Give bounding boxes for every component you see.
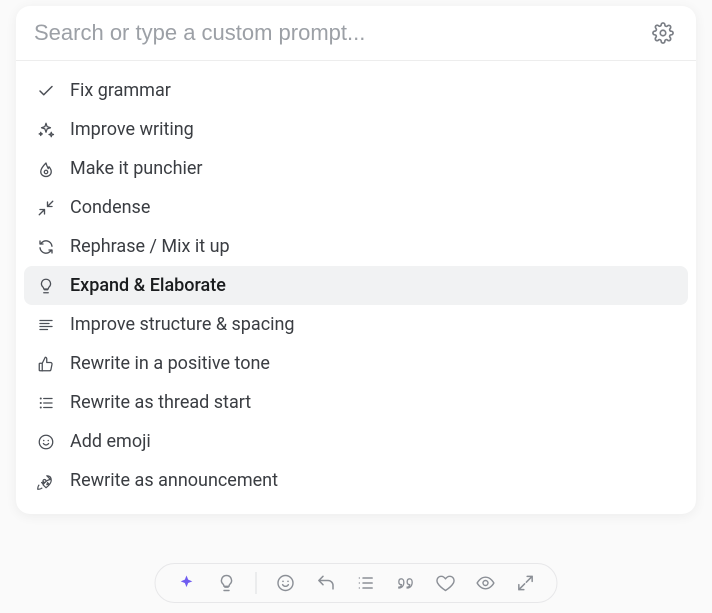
prompt-option[interactable]: Condense	[24, 188, 688, 227]
rocket-icon	[36, 471, 56, 491]
prompt-option-label: Fix grammar	[70, 80, 171, 101]
prompt-option-label: Add emoji	[70, 431, 151, 452]
quote-icon[interactable]	[395, 572, 417, 594]
thread-icon	[36, 393, 56, 413]
prompt-option-label: Improve writing	[70, 119, 194, 140]
flame-icon	[36, 159, 56, 179]
prompt-option-label: Improve structure & spacing	[70, 314, 295, 335]
list-icon[interactable]	[355, 572, 377, 594]
bulb-icon	[36, 276, 56, 296]
collapse-icon	[36, 198, 56, 218]
search-input[interactable]	[34, 20, 648, 46]
prompt-option[interactable]: Rewrite as announcement	[24, 461, 688, 500]
prompt-option-label: Rewrite as thread start	[70, 392, 251, 413]
prompt-option-label: Rephrase / Mix it up	[70, 236, 230, 257]
thumbsup-icon	[36, 354, 56, 374]
prompt-option[interactable]: Fix grammar	[24, 71, 688, 110]
toolbar-divider	[256, 572, 257, 594]
heart-icon[interactable]	[435, 572, 457, 594]
prompt-option[interactable]: Add emoji	[24, 422, 688, 461]
check-icon	[36, 81, 56, 101]
prompt-option-label: Make it punchier	[70, 158, 203, 179]
smile-icon[interactable]	[275, 572, 297, 594]
reply-icon[interactable]	[315, 572, 337, 594]
prompt-option[interactable]: Expand & Elaborate	[24, 266, 688, 305]
prompt-option-label: Rewrite as announcement	[70, 470, 278, 491]
search-row	[16, 6, 696, 61]
eye-icon[interactable]	[475, 572, 497, 594]
bulb-icon[interactable]	[216, 572, 238, 594]
prompt-option[interactable]: Improve structure & spacing	[24, 305, 688, 344]
prompt-option-label: Rewrite in a positive tone	[70, 353, 270, 374]
prompt-option-label: Condense	[70, 197, 150, 218]
refresh-icon	[36, 237, 56, 257]
prompt-option-label: Expand & Elaborate	[70, 275, 226, 296]
bottom-toolbar	[155, 563, 558, 603]
ai-prompt-panel: Fix grammar Improve writing Make it punchi…	[16, 6, 696, 514]
prompt-option[interactable]: Rephrase / Mix it up	[24, 227, 688, 266]
sparkle-icon[interactable]	[176, 572, 198, 594]
expand-icon[interactable]	[515, 572, 537, 594]
prompt-option[interactable]: Make it punchier	[24, 149, 688, 188]
smile-icon	[36, 432, 56, 452]
prompt-option[interactable]: Rewrite in a positive tone	[24, 344, 688, 383]
sparkles-icon	[36, 120, 56, 140]
prompt-option[interactable]: Improve writing	[24, 110, 688, 149]
settings-button[interactable]	[648, 18, 678, 48]
prompt-option[interactable]: Rewrite as thread start	[24, 383, 688, 422]
gear-icon	[652, 22, 674, 44]
lines-icon	[36, 315, 56, 335]
prompt-options-list: Fix grammar Improve writing Make it punchi…	[16, 61, 696, 514]
